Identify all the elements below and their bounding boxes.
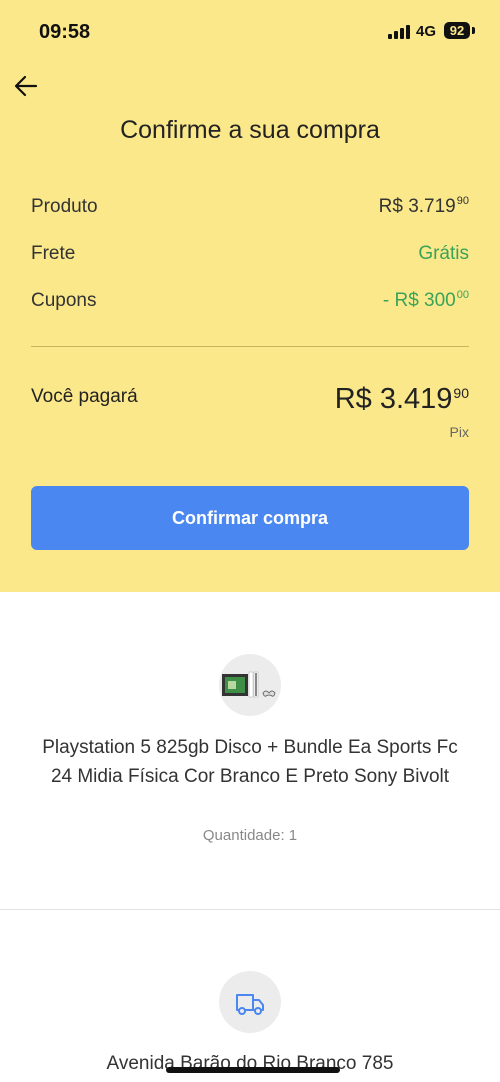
signal-icon — [388, 25, 410, 39]
total-value: R$ 3.41990 — [334, 383, 469, 415]
status-time: 09:58 — [39, 21, 91, 43]
payment-method: Pix — [449, 424, 469, 440]
product-name: Playstation 5 825gb Disco + Bundle Ea Sp… — [42, 737, 458, 787]
product-thumbnail — [219, 654, 281, 716]
shipping-value: Grátis — [418, 243, 469, 264]
network-type: 4G — [416, 23, 437, 40]
total-label: Você pagará — [31, 386, 138, 407]
arrow-left-icon — [14, 75, 38, 97]
page-title: Confirme a sua compra — [120, 116, 380, 144]
product-price-row: Produto R$ 3.71990 — [31, 195, 469, 226]
product-quantity: Quantidade: 1 — [202, 827, 298, 844]
confirm-purchase-button[interactable]: Confirmar compra — [31, 486, 469, 550]
shipping-row: Frete Grátis — [31, 243, 469, 273]
truck-icon — [236, 994, 264, 1015]
battery-tip — [472, 27, 475, 34]
coupons-label: Cupons — [31, 290, 97, 311]
back-button[interactable] — [12, 72, 40, 100]
divider — [31, 346, 469, 347]
battery-icon: 92 — [444, 22, 470, 39]
status-bar: 09:58 4G 92 — [0, 0, 500, 60]
section-divider — [0, 909, 500, 910]
shipping-label: Frete — [31, 243, 76, 264]
home-indicator[interactable] — [166, 1067, 340, 1073]
product-label: Produto — [31, 196, 98, 217]
coupons-row: Cupons - R$ 30000 — [31, 289, 469, 320]
delivery-icon-circle — [219, 971, 281, 1033]
product-price: R$ 3.71990 — [378, 195, 469, 217]
coupons-value: - R$ 30000 — [382, 289, 469, 311]
